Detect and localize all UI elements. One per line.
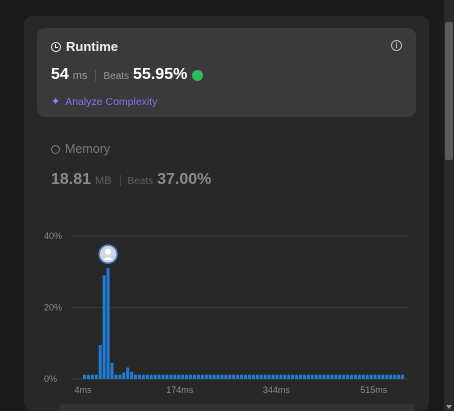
- scroll-down-arrow-icon[interactable]: [446, 405, 452, 409]
- chart-bar: [177, 374, 181, 379]
- chart-bar: [169, 374, 173, 379]
- chart-bar: [134, 374, 138, 379]
- chart-bar: [216, 374, 220, 379]
- chart-bar: [220, 374, 224, 379]
- chart-bar: [346, 374, 350, 379]
- chart-bar: [369, 374, 373, 379]
- chart-bar: [94, 374, 98, 379]
- chart-bar: [350, 374, 354, 379]
- chart-bar: [192, 374, 196, 379]
- chart-bar: [287, 374, 291, 379]
- chart-bar: [271, 374, 275, 379]
- chart-bar: [145, 374, 149, 379]
- chart-bar: [181, 374, 185, 379]
- chart-bar: [153, 374, 157, 379]
- chart-bar: [189, 374, 193, 379]
- chart-bar: [267, 374, 271, 379]
- x-tick-label: 174ms: [166, 385, 194, 395]
- chart-bar: [291, 374, 295, 379]
- chart-bar: [212, 374, 216, 379]
- chart-bar: [283, 374, 287, 379]
- chart-bar: [137, 374, 142, 379]
- chart-bar: [83, 374, 87, 379]
- y-tick-label: 0%: [44, 374, 57, 384]
- chart-bar: [361, 374, 365, 379]
- chart-bar: [141, 374, 145, 379]
- chart-bar: [200, 374, 204, 379]
- chart-bar: [122, 372, 126, 379]
- chart-bar: [98, 345, 102, 379]
- chart-bar: [165, 374, 169, 379]
- chart-bar: [208, 374, 212, 379]
- chart-bar: [279, 374, 283, 379]
- chart-bar: [247, 374, 251, 379]
- avatar-head-icon: [105, 248, 112, 255]
- scrollbar[interactable]: [444, 0, 454, 411]
- chart-bar: [365, 374, 369, 379]
- chart-bar: [102, 275, 106, 379]
- chart-bar: [240, 374, 244, 379]
- chart-bar: [401, 374, 405, 379]
- chart-bar: [259, 374, 263, 379]
- chart-bar: [232, 374, 236, 379]
- scrollbar-thumb[interactable]: [445, 22, 453, 160]
- chart-bar: [126, 367, 130, 379]
- chart-bar: [322, 374, 326, 379]
- chart-bar: [110, 362, 114, 379]
- chart-bar: [306, 374, 310, 379]
- chart-bar: [310, 374, 314, 379]
- chart-bar: [330, 374, 334, 379]
- chart-bar: [298, 374, 303, 379]
- chart-bar: [224, 374, 228, 379]
- chart-bar: [149, 374, 153, 379]
- chart-bar: [381, 374, 385, 379]
- chart-bar: [106, 268, 110, 379]
- x-tick-label: 344ms: [263, 385, 291, 395]
- chart-bar: [185, 374, 189, 379]
- chart-bar: [157, 374, 161, 379]
- chart-bar: [114, 374, 118, 379]
- chart-bar: [342, 374, 346, 379]
- runtime-distribution-chart[interactable]: 0% 20% 40% 4ms 174ms 344ms 515ms: [0, 0, 454, 411]
- chart-bar: [244, 374, 248, 379]
- chart-bar: [228, 374, 232, 379]
- y-tick-label: 20%: [44, 303, 62, 313]
- x-tick-label: 4ms: [74, 385, 92, 395]
- chart-bar: [90, 374, 94, 379]
- chart-bar: [263, 374, 267, 379]
- chart-bar: [338, 374, 342, 379]
- chart-bar: [357, 374, 361, 379]
- x-tick-label: 515ms: [360, 385, 388, 395]
- chart-bar: [86, 374, 90, 379]
- chart-bar: [389, 374, 393, 379]
- chart-bar: [302, 374, 306, 379]
- chart-bar: [251, 374, 255, 379]
- chart-bar: [295, 374, 299, 379]
- chart-bar: [196, 374, 200, 379]
- chart-bar: [118, 374, 122, 379]
- y-tick-label: 40%: [44, 231, 62, 241]
- chart-bar: [377, 374, 381, 379]
- chart-bar: [385, 374, 389, 379]
- bottom-card-edge: [60, 404, 415, 411]
- chart-bar: [353, 374, 357, 379]
- chart-bar: [393, 374, 397, 379]
- chart-bar: [204, 374, 208, 379]
- chart-bar: [236, 374, 240, 379]
- chart-bar: [334, 374, 338, 379]
- chart-bar: [275, 374, 279, 379]
- chart-bar: [130, 371, 134, 379]
- chart-bar: [161, 374, 165, 379]
- chart-bar: [255, 374, 259, 379]
- chart-bar: [318, 374, 322, 379]
- chart-bar: [373, 374, 377, 379]
- chart-bar: [397, 374, 401, 379]
- chart-bar: [314, 374, 318, 379]
- chart-bar: [326, 374, 330, 379]
- chart-bar: [173, 374, 177, 379]
